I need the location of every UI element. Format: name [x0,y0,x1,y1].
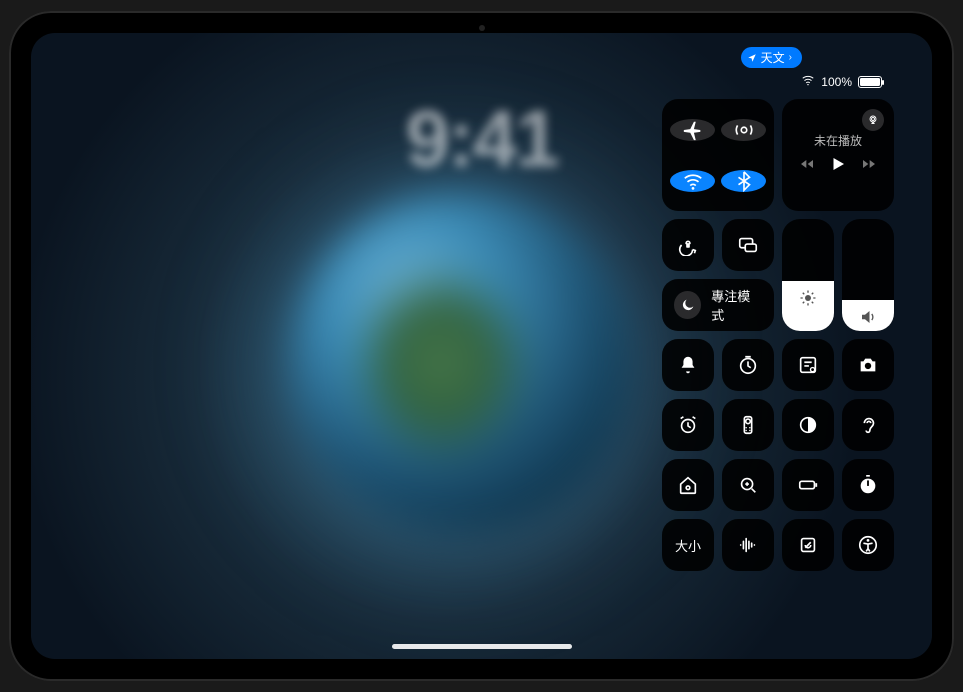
focus-status-label: 天文 [761,49,785,66]
hearing-icon [857,414,879,436]
battery-percent: 100% [821,75,852,89]
orientation-lock-icon [677,234,699,256]
dark-mode-icon [797,414,819,436]
magnifier-button[interactable] [722,459,774,511]
accessibility-button[interactable] [842,519,894,571]
apple-tv-remote-button[interactable] [722,399,774,451]
front-camera [479,25,485,31]
screen-mirroring-button[interactable] [722,219,774,271]
focus-status-pill[interactable]: 天文 › [741,47,802,68]
screen-mirroring-icon [737,234,759,256]
timer-button[interactable] [722,339,774,391]
hearing-button[interactable] [842,399,894,451]
home-icon [677,474,699,496]
screen: 9:41 天文 › 100% [31,33,932,659]
earth-wallpaper [291,193,631,533]
play-icon [829,155,847,173]
voice-memos-button[interactable] [722,519,774,571]
low-power-button[interactable] [782,459,834,511]
volume-icon [859,308,877,326]
alarm-button[interactable] [662,399,714,451]
stopwatch-button[interactable] [842,459,894,511]
battery-icon [797,474,819,496]
wifi-icon [682,170,704,192]
now-playing-title: 未在播放 [814,132,862,149]
volume-slider[interactable] [842,219,894,331]
chevron-right-icon: › [789,52,792,63]
focus-label: 專注模式 [711,286,762,324]
airplay-audio-button[interactable] [862,109,884,131]
music-recognition-button[interactable] [782,519,834,571]
airdrop-toggle[interactable] [721,119,766,141]
apple-tv-remote-icon [737,414,759,436]
bell-icon [677,354,699,376]
home-indicator[interactable] [392,644,572,649]
quick-note-icon [797,354,819,376]
moon-icon [680,297,696,313]
home-button[interactable] [662,459,714,511]
silent-mode-button[interactable] [662,339,714,391]
camera-icon [857,354,879,376]
camera-button[interactable] [842,339,894,391]
text-size-button[interactable]: 大小 [662,519,714,571]
airplane-mode-toggle[interactable] [670,119,715,141]
dark-mode-button[interactable] [782,399,834,451]
battery-icon [858,76,882,88]
play-button[interactable] [829,155,847,178]
ipad-frame: 9:41 天文 › 100% [9,11,954,681]
voice-memos-icon [737,534,759,556]
orientation-lock-button[interactable] [662,219,714,271]
status-bar: 100% [801,73,882,90]
accessibility-icon [857,534,879,556]
forward-icon [861,156,877,172]
now-playing-module[interactable]: 未在播放 [782,99,894,211]
location-icon [747,53,757,63]
quick-note-button[interactable] [782,339,834,391]
brightness-icon [799,289,817,307]
rewind-button[interactable] [799,156,815,177]
rewind-icon [799,156,815,172]
airplane-icon [682,119,704,141]
connectivity-module[interactable] [662,99,774,211]
wifi-toggle[interactable] [670,170,715,192]
music-recognition-icon [797,534,819,556]
airdrop-icon [733,119,755,141]
brightness-slider[interactable] [782,219,834,331]
focus-button[interactable]: 專注模式 [662,279,774,331]
stopwatch-icon [857,474,879,496]
alarm-icon [677,414,699,436]
wifi-status-icon [801,73,815,90]
magnifier-icon [737,474,759,496]
bluetooth-toggle[interactable] [721,170,766,192]
timer-icon [737,354,759,376]
control-center: 未在播放 [662,99,898,571]
lock-screen-time: 9:41 [405,93,557,185]
bluetooth-icon [733,170,755,192]
text-size-label: 大小 [675,536,701,555]
airplay-audio-icon [867,114,879,126]
forward-button[interactable] [861,156,877,177]
